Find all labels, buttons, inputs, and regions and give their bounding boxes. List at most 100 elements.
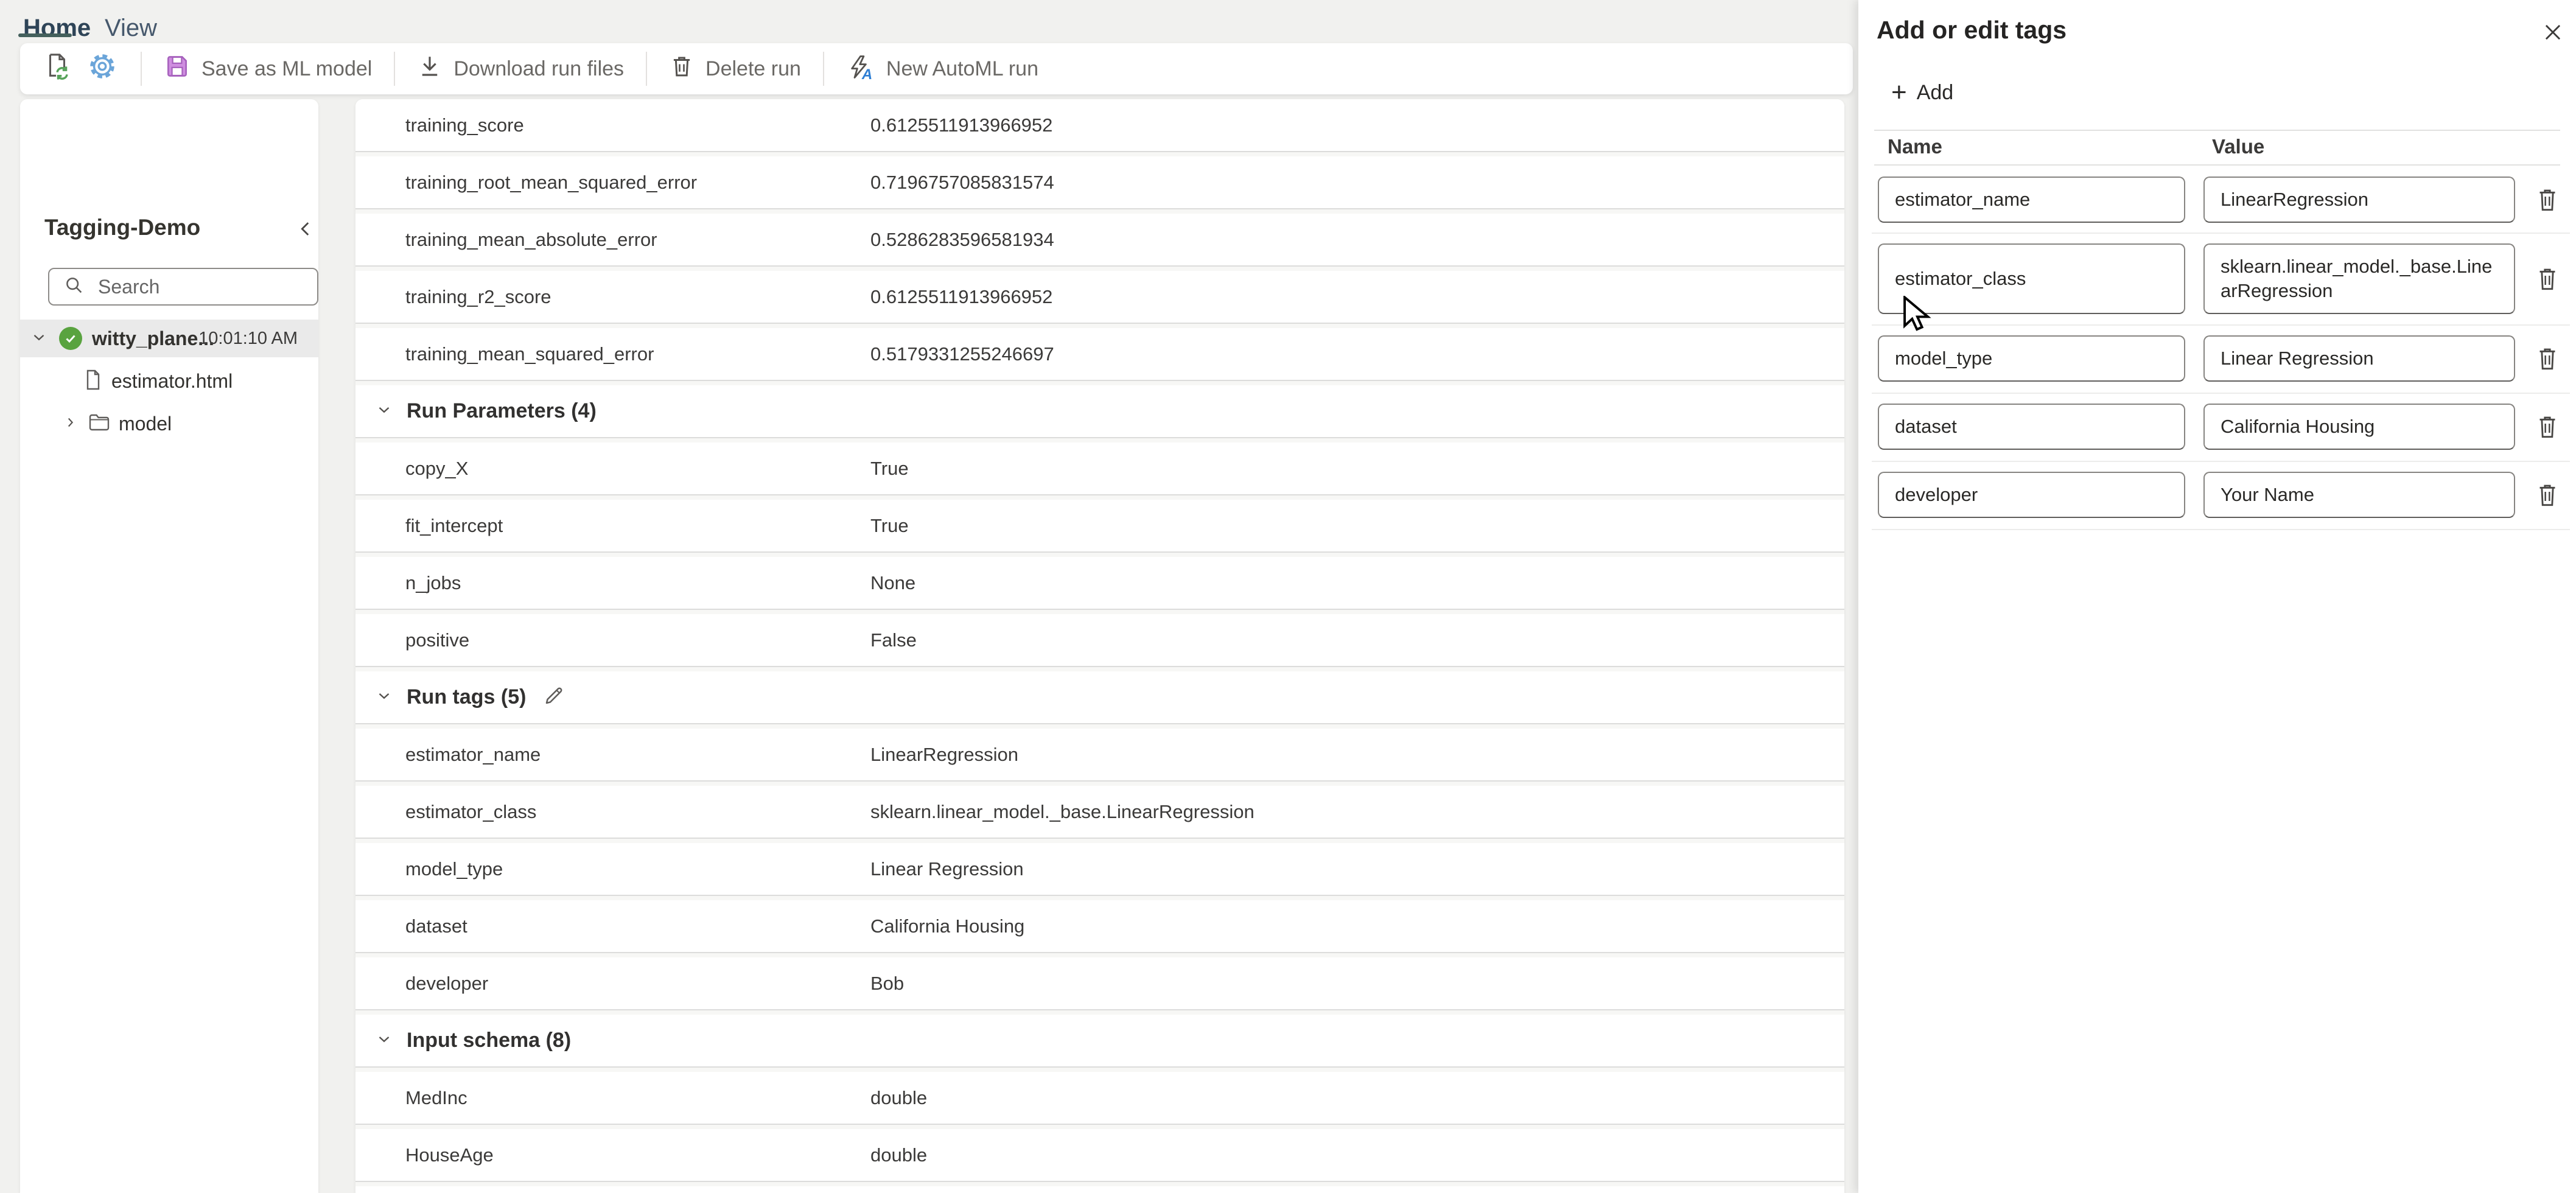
- tag-value-input[interactable]: Your Name: [2203, 472, 2515, 518]
- chevron-right-icon[interactable]: [63, 415, 79, 433]
- tag-value: California Housing: [870, 915, 1024, 937]
- tag-name: estimator_class: [405, 801, 536, 823]
- folder-icon: [88, 413, 110, 435]
- chevron-down-icon: [375, 1030, 393, 1051]
- tag-value: LinearRegression: [870, 744, 1018, 766]
- download-run-files-button[interactable]: Download run files: [411, 54, 630, 85]
- save-as-ml-model-button[interactable]: Save as ML model: [158, 53, 378, 85]
- tag-value: Linear Regression: [870, 858, 1024, 880]
- tag-name-input[interactable]: dataset: [1878, 404, 2185, 450]
- edit-tags-pencil-icon[interactable]: [543, 685, 565, 710]
- section-header-run-tags[interactable]: Run tags (5): [355, 671, 1844, 723]
- sidebar-search-box[interactable]: [48, 268, 318, 306]
- tag-row-separator: [1872, 529, 2570, 530]
- delete-tag-icon[interactable]: [2535, 186, 2560, 214]
- tag-row: model_type Linear Regression: [355, 843, 1844, 895]
- metric-name: training_root_mean_squared_error: [405, 172, 697, 194]
- toolbar-divider: [394, 52, 395, 86]
- param-name: copy_X: [405, 458, 468, 480]
- toolbar-divider: [141, 52, 142, 86]
- add-tag-button[interactable]: + Add: [1891, 79, 1953, 106]
- delete-tag-icon[interactable]: [2535, 345, 2560, 373]
- tag-name-input[interactable]: model_type: [1878, 335, 2185, 382]
- add-button-label: Add: [1917, 81, 1954, 105]
- tag-value: sklearn.linear_model._base.LinearRegress…: [870, 801, 1255, 823]
- param-name: n_jobs: [405, 572, 461, 594]
- metric-name: training_score: [405, 114, 524, 136]
- tag-name-input[interactable]: estimator_name: [1878, 177, 2185, 223]
- tab-view[interactable]: View: [105, 15, 157, 42]
- tree-item-run[interactable]: witty_plane... 10:01:10 AM: [20, 320, 318, 357]
- tag-row-separator: [1872, 233, 2570, 234]
- tag-name-input[interactable]: developer: [1878, 472, 2185, 518]
- run-details-list: training_score 0.6125511913966952 traini…: [355, 99, 1844, 1193]
- save-button-label: Save as ML model: [201, 57, 372, 81]
- metric-row: training_root_mean_squared_error 0.71967…: [355, 156, 1844, 208]
- delete-tag-icon[interactable]: [2535, 413, 2560, 441]
- tree-item-folder[interactable]: model: [20, 405, 318, 443]
- run-settings-button[interactable]: [80, 52, 125, 86]
- metric-row: training_mean_squared_error 0.5179331255…: [355, 328, 1844, 380]
- new-automl-run-button[interactable]: A New AutoML run: [840, 54, 1045, 83]
- panel-title: Add or edit tags: [1877, 16, 2067, 44]
- tree-item-file[interactable]: estimator.html: [20, 362, 318, 400]
- delete-tag-icon[interactable]: [2535, 265, 2560, 293]
- trash-icon: [669, 54, 695, 85]
- section-header-run-parameters[interactable]: Run Parameters (4): [355, 385, 1844, 437]
- tag-value-input[interactable]: sklearn.linear_model._base.LinearRegress…: [2203, 243, 2515, 314]
- section-header-input-schema[interactable]: Input schema (8): [355, 1015, 1844, 1066]
- ribbon-tabs: Home View: [0, 0, 1857, 41]
- register-model-button[interactable]: [35, 52, 80, 86]
- metric-name: training_r2_score: [405, 286, 551, 308]
- tag-row: estimator_class sklearn.linear_model._ba…: [355, 786, 1844, 838]
- row-separator: [355, 723, 1844, 729]
- chevron-down-icon: [375, 401, 393, 422]
- row-separator: [355, 952, 1844, 957]
- tag-value-input[interactable]: LinearRegression: [2203, 177, 2515, 223]
- check-circle-icon: [59, 327, 82, 350]
- metric-value: 0.6125511913966952: [870, 114, 1052, 136]
- delete-tag-icon[interactable]: [2535, 481, 2560, 509]
- metric-value: 0.5286283596581934: [870, 229, 1054, 251]
- column-header-value: Value: [2212, 135, 2264, 158]
- file-icon: [83, 369, 103, 394]
- param-row: fit_intercept True: [355, 500, 1844, 551]
- metric-row: training_score 0.6125511913966952: [355, 99, 1844, 151]
- toolbar-divider: [823, 52, 824, 86]
- tag-row-separator: [1872, 393, 2570, 394]
- delete-run-button[interactable]: Delete run: [663, 54, 807, 85]
- panel-divider: [1874, 130, 2560, 131]
- metric-row: training_r2_score 0.6125511913966952: [355, 271, 1844, 323]
- param-value: True: [870, 515, 909, 537]
- automl-button-label: New AutoML run: [886, 57, 1038, 81]
- app-window: Home View: [0, 0, 2576, 1193]
- delete-button-label: Delete run: [705, 57, 801, 81]
- row-separator: [355, 666, 1844, 671]
- search-input[interactable]: [97, 275, 282, 299]
- metric-name: training_mean_absolute_error: [405, 229, 657, 251]
- search-icon: [64, 275, 85, 299]
- schema-row: HouseAge double: [355, 1129, 1844, 1181]
- close-icon: [2541, 36, 2564, 46]
- toolbar-divider: [646, 52, 647, 86]
- tag-row: estimator_name LinearRegression: [355, 729, 1844, 780]
- close-panel-button[interactable]: [2541, 21, 2566, 45]
- tab-home[interactable]: Home: [23, 15, 91, 42]
- chevron-down-icon: [375, 687, 393, 708]
- tag-value-input[interactable]: California Housing: [2203, 404, 2515, 450]
- tag-row: dataset California Housing: [355, 900, 1844, 952]
- active-tab-underline: [18, 33, 72, 37]
- row-separator: [355, 1124, 1844, 1129]
- row-separator: [355, 151, 1844, 156]
- tag-row: developer Bob: [355, 957, 1844, 1009]
- add-edit-tags-panel: Add or edit tags + Add Name Value estima…: [1858, 0, 2576, 1193]
- collapse-sidebar-button[interactable]: [295, 219, 316, 239]
- tag-name: developer: [405, 973, 488, 995]
- chevron-down-icon[interactable]: [30, 328, 48, 349]
- tag-name: model_type: [405, 858, 503, 880]
- collapse-icon: [295, 231, 316, 242]
- metric-row: training_mean_absolute_error 0.528628359…: [355, 214, 1844, 265]
- tag-value-input[interactable]: Linear Regression: [2203, 335, 2515, 382]
- run-timestamp: 10:01:10 AM: [198, 329, 298, 349]
- row-separator: [355, 895, 1844, 900]
